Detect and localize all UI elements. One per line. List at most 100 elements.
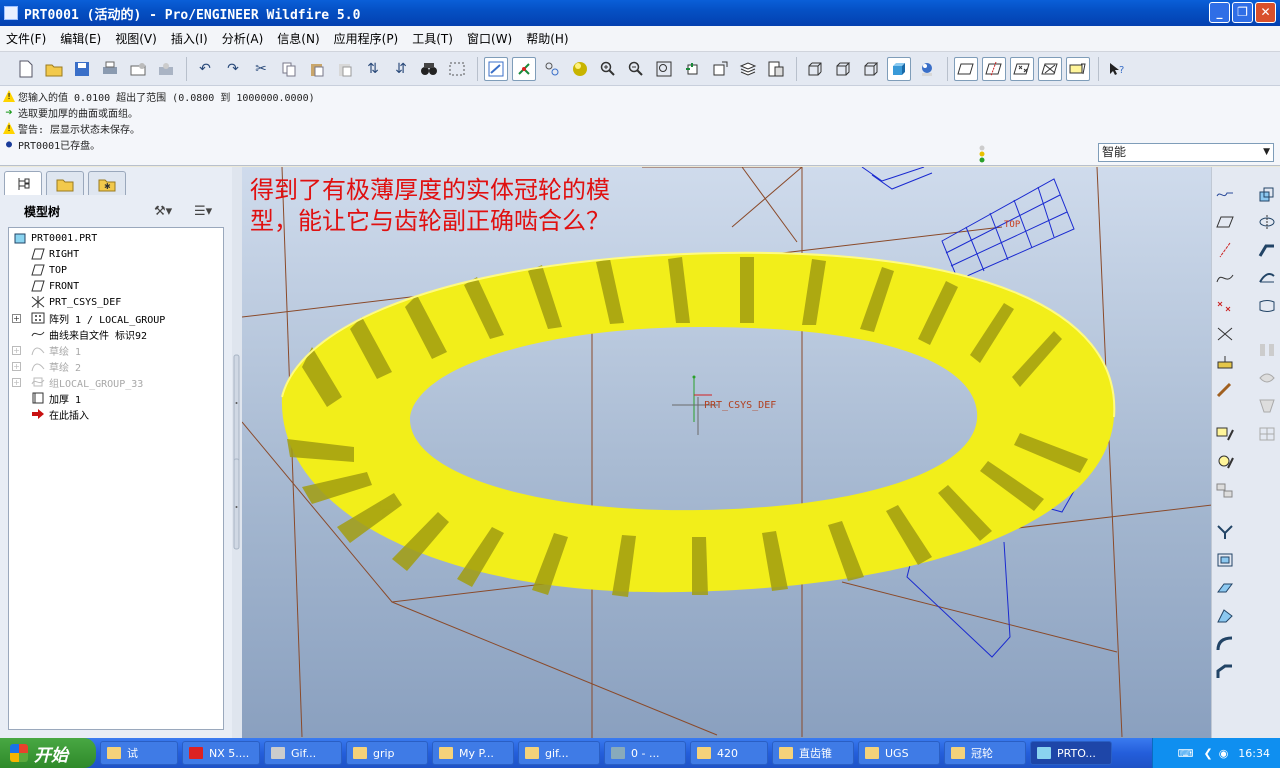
chamfer-icon[interactable] (1214, 661, 1236, 683)
tree-item-part[interactable]: PRT0001.PRT (13, 230, 97, 246)
point-tool-icon[interactable] (1214, 295, 1236, 317)
tree-item-pattern[interactable]: 阵列 1 / LOCAL_GROUP (31, 310, 165, 326)
menu-view[interactable]: 视图(V) (115, 30, 157, 47)
maximize-button[interactable]: ❐ (1232, 2, 1253, 23)
menu-file[interactable]: 文件(F) (6, 30, 46, 47)
revolve-icon[interactable] (1256, 211, 1278, 233)
menu-help[interactable]: 帮助(H) (526, 30, 568, 47)
tab-folder-browser[interactable] (46, 171, 84, 195)
settings-tools-icon[interactable]: ⚒▾ (154, 204, 172, 219)
appearance-icon[interactable] (915, 57, 939, 81)
feature-ops-icon[interactable] (1214, 451, 1236, 473)
solidify-icon[interactable] (1214, 605, 1236, 627)
menu-analysis[interactable]: 分析(A) (222, 30, 264, 47)
clock[interactable]: 16:34 (1238, 747, 1270, 760)
tree-item-curve[interactable]: 曲线来自文件 标识92 (31, 326, 147, 342)
find-icon[interactable] (417, 57, 441, 81)
task-button[interactable]: Gif... (264, 741, 342, 765)
tree-item-thicken[interactable]: 加厚 1 (31, 390, 81, 406)
tree-item-csys[interactable]: PRT_CSYS_DEF (31, 294, 121, 310)
expand-toggle[interactable]: + (12, 378, 21, 387)
curve-tool-icon[interactable] (1214, 267, 1236, 289)
menu-tools[interactable]: 工具(T) (412, 30, 453, 47)
save-icon[interactable] (70, 57, 94, 81)
boundary-blend-icon[interactable] (1256, 295, 1278, 317)
task-button[interactable]: 冠轮 (944, 741, 1026, 765)
tree-item-sketch-2[interactable]: 草绘 2 (31, 358, 81, 374)
redo-icon[interactable]: ↷ (221, 57, 245, 81)
sweep-icon[interactable] (1256, 239, 1278, 261)
csys-display-icon[interactable] (1038, 56, 1062, 81)
wireframe-icon[interactable] (803, 57, 827, 81)
zoom-out-icon[interactable] (624, 57, 648, 81)
shell-icon[interactable] (1256, 367, 1278, 389)
menu-insert[interactable]: 插入(I) (171, 30, 208, 47)
task-button[interactable]: 直齿锥 (772, 741, 854, 765)
start-button[interactable]: 开始 (0, 738, 96, 768)
cut-icon[interactable]: ✂ (249, 57, 273, 81)
round-icon[interactable] (1214, 633, 1236, 655)
menu-applications[interactable]: 应用程序(P) (334, 30, 399, 47)
selection-filter-dropdown[interactable]: 智能 ▼ (1098, 143, 1274, 162)
copy-icon[interactable] (277, 57, 301, 81)
new-file-icon[interactable] (14, 57, 38, 81)
tree-item-top[interactable]: TOP (31, 262, 67, 278)
plane-tool-icon[interactable] (1214, 211, 1236, 233)
regen-manager-icon[interactable]: ⇵ (389, 57, 413, 81)
datum-axes-display-icon[interactable] (982, 56, 1006, 81)
sketch-tool-icon[interactable] (1214, 183, 1236, 205)
keyboard-icon[interactable]: ⌨ (1178, 747, 1194, 760)
spin-center-icon[interactable] (512, 56, 536, 81)
refit-icon[interactable] (652, 57, 676, 81)
tree-item-insert-here[interactable]: 在此插入 (31, 406, 89, 422)
reorder-icon[interactable] (1214, 479, 1236, 501)
tab-favorites[interactable]: ✱ (88, 171, 126, 195)
edit-definition-icon[interactable] (1214, 423, 1236, 445)
draft-icon[interactable] (1256, 395, 1278, 417)
network-icon[interactable]: ◉ (1219, 747, 1229, 760)
hidden-line-icon[interactable] (831, 57, 855, 81)
blend-icon[interactable] (1256, 267, 1278, 289)
shading-icon[interactable] (887, 56, 911, 81)
extrude-icon[interactable] (1256, 183, 1278, 205)
repaint-icon[interactable] (484, 56, 508, 81)
print-icon[interactable] (98, 57, 122, 81)
tree-item-sketch-1[interactable]: 草绘 1 (31, 342, 81, 358)
task-button[interactable]: UGS (858, 741, 940, 765)
view-manager-icon[interactable] (764, 57, 788, 81)
saved-views-icon[interactable] (708, 57, 732, 81)
reorient-icon[interactable] (680, 57, 704, 81)
orient-mode-icon[interactable] (540, 57, 564, 81)
shading-ball-icon[interactable] (568, 57, 592, 81)
offset-icon[interactable] (1214, 549, 1236, 571)
no-hidden-icon[interactable] (859, 57, 883, 81)
hole-icon[interactable] (1256, 339, 1278, 361)
panel-splitter[interactable] (232, 167, 242, 738)
send-icon[interactable] (154, 57, 178, 81)
email-icon[interactable] (126, 57, 150, 81)
menu-window[interactable]: 窗口(W) (467, 30, 512, 47)
layers-icon[interactable] (736, 57, 760, 81)
axis-tool-icon[interactable] (1214, 239, 1236, 261)
expand-toggle[interactable]: + (12, 346, 21, 355)
analysis-tool-icon[interactable] (1214, 351, 1236, 373)
tree-item-right[interactable]: RIGHT (31, 246, 79, 262)
paste-special-icon[interactable] (333, 57, 357, 81)
zoom-in-icon[interactable] (596, 57, 620, 81)
minimize-button[interactable]: _ (1209, 2, 1230, 23)
task-button[interactable]: 试 (100, 741, 178, 765)
task-button[interactable]: My P... (432, 741, 514, 765)
trim-icon[interactable] (1214, 521, 1236, 543)
task-button[interactable]: gif... (518, 741, 600, 765)
task-button[interactable]: 420 (690, 741, 768, 765)
datum-points-display-icon[interactable] (1010, 56, 1034, 81)
pattern-tool-icon[interactable] (1256, 423, 1278, 445)
task-button-active[interactable]: PRTO... (1030, 741, 1112, 765)
tree-item-group[interactable]: 组LOCAL_GROUP_33 (31, 374, 143, 390)
tray-expand-icon[interactable]: ❮ (1203, 747, 1212, 760)
csys-tool-icon[interactable] (1214, 323, 1236, 345)
sketch-edit-icon[interactable] (1214, 379, 1236, 401)
show-menu-icon[interactable]: ☰▾ (194, 204, 212, 219)
tree-item-front[interactable]: FRONT (31, 278, 79, 294)
context-help-icon[interactable]: ? (1105, 57, 1129, 81)
